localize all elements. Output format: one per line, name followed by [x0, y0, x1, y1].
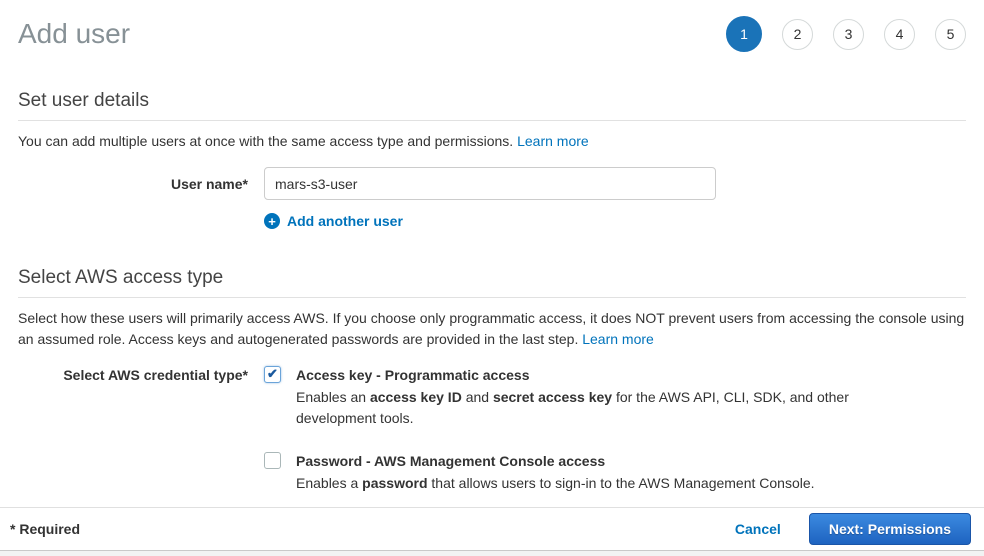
wizard-step-indicator: 1 2 3 4 5 — [726, 16, 966, 52]
step-4-indicator: 4 — [884, 19, 915, 50]
username-row: User name* — [18, 167, 966, 200]
desc-segment-bold: secret access key — [493, 389, 612, 405]
step-1-indicator: 1 — [726, 16, 762, 52]
desc-segment: that allows users to sign-in to the AWS … — [428, 475, 815, 491]
password-checkbox[interactable] — [264, 452, 281, 469]
cancel-button[interactable]: Cancel — [735, 521, 781, 537]
add-another-user-label: Add another user — [287, 213, 403, 229]
credential-type-label: Select AWS credential type* — [18, 365, 264, 385]
step-2-indicator: 2 — [782, 19, 813, 50]
password-option-desc: Enables a password that allows users to … — [296, 473, 815, 494]
access-type-description: Select how these users will primarily ac… — [18, 308, 966, 350]
main-content: Add user 1 2 3 4 5 Set user details You … — [0, 0, 984, 494]
step-3-indicator: 3 — [833, 19, 864, 50]
footer-actions: Cancel Next: Permissions — [735, 513, 971, 545]
user-details-description-text: You can add multiple users at once with … — [18, 133, 513, 149]
add-another-user-row: + Add another user — [18, 213, 966, 229]
password-option: Password - AWS Management Console access… — [264, 451, 856, 494]
page-header: Add user 1 2 3 4 5 — [18, 0, 966, 52]
access-key-option: Access key - Programmatic access Enables… — [264, 365, 856, 429]
credential-type-row: Select AWS credential type* Access key -… — [18, 365, 966, 494]
page-title: Add user — [18, 17, 130, 51]
password-option-title: Password - AWS Management Console access — [296, 451, 815, 471]
user-details-heading: Set user details — [18, 90, 966, 121]
username-input[interactable] — [264, 167, 716, 200]
desc-segment: and — [462, 389, 493, 405]
desc-segment-bold: password — [362, 475, 427, 491]
access-key-option-desc: Enables an access key ID and secret acce… — [296, 387, 856, 429]
access-key-option-title: Access key - Programmatic access — [296, 365, 856, 385]
step-5-indicator: 5 — [935, 19, 966, 50]
access-type-description-text: Select how these users will primarily ac… — [18, 310, 964, 347]
desc-segment: Enables a — [296, 475, 362, 491]
desc-segment: Enables an — [296, 389, 370, 405]
next-permissions-button[interactable]: Next: Permissions — [809, 513, 971, 545]
add-another-user-button[interactable]: + Add another user — [264, 213, 403, 229]
access-type-learn-more-link[interactable]: Learn more — [582, 331, 654, 347]
access-key-checkbox[interactable] — [264, 366, 281, 383]
user-details-description: You can add multiple users at once with … — [18, 131, 966, 152]
add-user-page: Add user 1 2 3 4 5 Set user details You … — [0, 0, 984, 556]
access-key-option-text: Access key - Programmatic access Enables… — [296, 365, 856, 429]
wizard-footer: * Required Cancel Next: Permissions — [0, 507, 984, 550]
required-note: * Required — [10, 521, 80, 537]
password-option-text: Password - AWS Management Console access… — [296, 451, 815, 494]
desc-segment-bold: access key ID — [370, 389, 462, 405]
plus-circle-icon: + — [264, 213, 280, 229]
username-label: User name* — [18, 174, 264, 194]
access-type-heading: Select AWS access type — [18, 267, 966, 298]
credential-options: Access key - Programmatic access Enables… — [264, 365, 856, 494]
user-details-learn-more-link[interactable]: Learn more — [517, 133, 589, 149]
page-bottom-strip — [0, 550, 984, 556]
